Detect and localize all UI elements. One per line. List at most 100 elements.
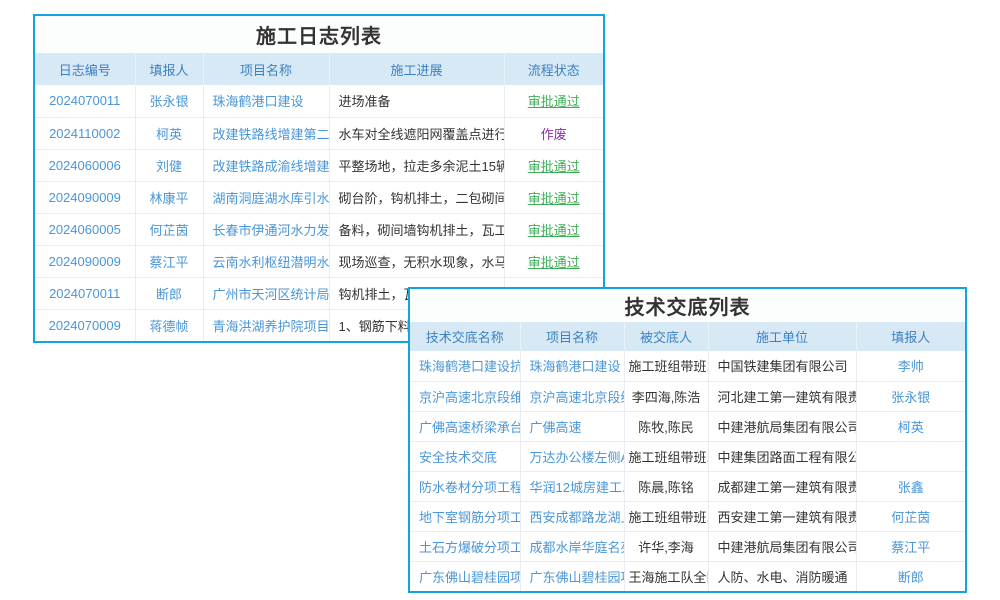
builder-unit-text: 中建港航局集团有限公司: [708, 531, 856, 561]
disclosee-text: 李四海,陈浩: [624, 381, 708, 411]
log-id-link[interactable]: 2024090009: [35, 245, 135, 277]
reporter-link[interactable]: 蔡江平: [135, 245, 203, 277]
disclosure-name-link[interactable]: 防水卷材分项工程施...: [410, 471, 520, 501]
col-header-project: 项目名称: [520, 322, 624, 351]
project-link[interactable]: 华润12城房建工...: [520, 471, 624, 501]
reporter-link[interactable]: 柯英: [856, 411, 965, 441]
disclosure-name-link[interactable]: 京沪高速北京段维修...: [410, 381, 520, 411]
status-link[interactable]: 审批通过: [528, 191, 580, 206]
project-link[interactable]: 广东佛山碧桂园项目: [520, 561, 624, 591]
log-id-link[interactable]: 2024070011: [35, 277, 135, 309]
table-row: 京沪高速北京段维修... 京沪高速北京段维修 李四海,陈浩 河北建工第一建筑有限…: [410, 381, 965, 411]
disclosee-text: 施工班组带班...: [624, 441, 708, 471]
reporter-link[interactable]: 断郎: [856, 561, 965, 591]
reporter-link[interactable]: 林康平: [135, 181, 203, 213]
reporter-link[interactable]: 张永银: [856, 381, 965, 411]
log-id-link[interactable]: 2024090009: [35, 181, 135, 213]
table-row: 2024110002 柯英 改建铁路线增建第二线直... 水车对全线遮阳网覆盖点…: [35, 117, 603, 149]
log-id-link[interactable]: 2024070011: [35, 85, 135, 117]
col-header-status: 流程状态: [504, 53, 603, 85]
project-link[interactable]: 湖南洞庭湖水库引水工程...: [203, 181, 329, 213]
status-link[interactable]: 作废: [541, 127, 567, 142]
disclosee-text: 许华,李海: [624, 531, 708, 561]
table-row: 广佛高速桥梁承台施... 广佛高速 陈牧,陈民 中建港航局集团有限公司 柯英: [410, 411, 965, 441]
status-link[interactable]: 审批通过: [528, 255, 580, 270]
log-id-link[interactable]: 2024110002: [35, 117, 135, 149]
reporter-link[interactable]: 何芷茵: [856, 501, 965, 531]
disclosure-name-link[interactable]: 安全技术交底: [410, 441, 520, 471]
status-link[interactable]: 审批通过: [528, 159, 580, 174]
disclosee-text: 陈牧,陈民: [624, 411, 708, 441]
progress-text: 平整场地，拉走多余泥土15辆...: [329, 149, 504, 181]
tech-disclosure-title: 技术交底列表: [410, 289, 965, 322]
project-link[interactable]: 长春市伊通河水力发电厂...: [203, 213, 329, 245]
col-header-project: 项目名称: [203, 53, 329, 85]
builder-unit-text: 河北建工第一建筑有限责任公司: [708, 381, 856, 411]
log-id-link[interactable]: 2024060006: [35, 149, 135, 181]
project-link[interactable]: 广佛高速: [520, 411, 624, 441]
col-header-builder-unit: 施工单位: [708, 322, 856, 351]
table-row: 防水卷材分项工程施... 华润12城房建工... 陈晨,陈铭 成都建工第一建筑有…: [410, 471, 965, 501]
table-row: 安全技术交底 万达办公楼左侧A... 施工班组带班... 中建集团路面工程有限公…: [410, 441, 965, 471]
project-link[interactable]: 京沪高速北京段维修: [520, 381, 624, 411]
col-header-progress: 施工进展: [329, 53, 504, 85]
col-header-reporter: 填报人: [135, 53, 203, 85]
disclosure-name-link[interactable]: 广东佛山碧桂园项目...: [410, 561, 520, 591]
disclosure-name-link[interactable]: 土石方爆破分项工程...: [410, 531, 520, 561]
disclosee-text: 王海施工队全队: [624, 561, 708, 591]
builder-unit-text: 成都建工第一建筑有限责任公司: [708, 471, 856, 501]
progress-text: 砌台阶，钩机排土，二包砌间...: [329, 181, 504, 213]
disclosure-name-link[interactable]: 广佛高速桥梁承台施...: [410, 411, 520, 441]
builder-unit-text: 中建港航局集团有限公司: [708, 411, 856, 441]
log-id-link[interactable]: 2024070009: [35, 309, 135, 341]
project-link[interactable]: 广州市天河区统计局机房...: [203, 277, 329, 309]
project-link[interactable]: 珠海鹤港口建设: [520, 351, 624, 381]
builder-unit-text: 中国铁建集团有限公司: [708, 351, 856, 381]
builder-unit-text: 中建集团路面工程有限公司: [708, 441, 856, 471]
reporter-link[interactable]: 断郎: [135, 277, 203, 309]
progress-text: 水车对全线遮阳网覆盖点进行...: [329, 117, 504, 149]
table-row: 2024060005 何芷茵 长春市伊通河水力发电厂... 备料，砌间墙钩机排土…: [35, 213, 603, 245]
progress-text: 备料，砌间墙钩机排土，瓦工...: [329, 213, 504, 245]
project-link[interactable]: 改建铁路成渝线增建第二...: [203, 149, 329, 181]
reporter-link[interactable]: 蔡江平: [856, 531, 965, 561]
table-row: 珠海鹤港口建设抗浮... 珠海鹤港口建设 施工班组带班... 中国铁建集团有限公…: [410, 351, 965, 381]
status-link[interactable]: 审批通过: [528, 223, 580, 238]
reporter-link[interactable]: 张永银: [135, 85, 203, 117]
project-link[interactable]: 成都水岸华庭名苑...: [520, 531, 624, 561]
table-row: 地下室钢筋分项工程... 西安成都路龙湖上... 施工班组带班... 西安建工第…: [410, 501, 965, 531]
disclosee-text: 施工班组带班...: [624, 351, 708, 381]
col-header-disclosure-name: 技术交底名称: [410, 322, 520, 351]
disclosee-text: 陈晨,陈铭: [624, 471, 708, 501]
progress-text: 现场巡查，无积水现象，水马...: [329, 245, 504, 277]
table-header-row: 技术交底名称 项目名称 被交底人 施工单位 填报人: [410, 322, 965, 351]
table-row: 2024090009 林康平 湖南洞庭湖水库引水工程... 砌台阶，钩机排土，二…: [35, 181, 603, 213]
table-row: 2024070011 张永银 珠海鹤港口建设 进场准备 审批通过: [35, 85, 603, 117]
disclosee-text: 施工班组带班...: [624, 501, 708, 531]
reporter-link[interactable]: 李帅: [856, 351, 965, 381]
col-header-disclosee: 被交底人: [624, 322, 708, 351]
reporter-link[interactable]: 柯英: [135, 117, 203, 149]
reporter-link[interactable]: 刘健: [135, 149, 203, 181]
reporter-link[interactable]: [856, 441, 965, 471]
disclosure-name-link[interactable]: 珠海鹤港口建设抗浮...: [410, 351, 520, 381]
project-link[interactable]: 珠海鹤港口建设: [203, 85, 329, 117]
reporter-link[interactable]: 蒋德帧: [135, 309, 203, 341]
builder-unit-text: 人防、水电、消防暖通: [708, 561, 856, 591]
tech-disclosure-table: 技术交底名称 项目名称 被交底人 施工单位 填报人 珠海鹤港口建设抗浮... 珠…: [410, 322, 965, 591]
disclosure-name-link[interactable]: 地下室钢筋分项工程...: [410, 501, 520, 531]
col-header-reporter: 填报人: [856, 322, 965, 351]
project-link[interactable]: 青海洪湖养护院项目: [203, 309, 329, 341]
project-link[interactable]: 改建铁路线增建第二线直...: [203, 117, 329, 149]
log-id-link[interactable]: 2024060005: [35, 213, 135, 245]
project-link[interactable]: 云南水利枢纽潜明水库一...: [203, 245, 329, 277]
progress-text: 进场准备: [329, 85, 504, 117]
status-link[interactable]: 审批通过: [528, 94, 580, 109]
reporter-link[interactable]: 张鑫: [856, 471, 965, 501]
project-link[interactable]: 万达办公楼左侧A...: [520, 441, 624, 471]
tech-disclosure-panel: 技术交底列表 技术交底名称 项目名称 被交底人 施工单位 填报人 珠海鹤港口建设…: [408, 287, 967, 593]
table-row: 土石方爆破分项工程... 成都水岸华庭名苑... 许华,李海 中建港航局集团有限…: [410, 531, 965, 561]
reporter-link[interactable]: 何芷茵: [135, 213, 203, 245]
project-link[interactable]: 西安成都路龙湖上...: [520, 501, 624, 531]
builder-unit-text: 西安建工第一建筑有限责任公司: [708, 501, 856, 531]
